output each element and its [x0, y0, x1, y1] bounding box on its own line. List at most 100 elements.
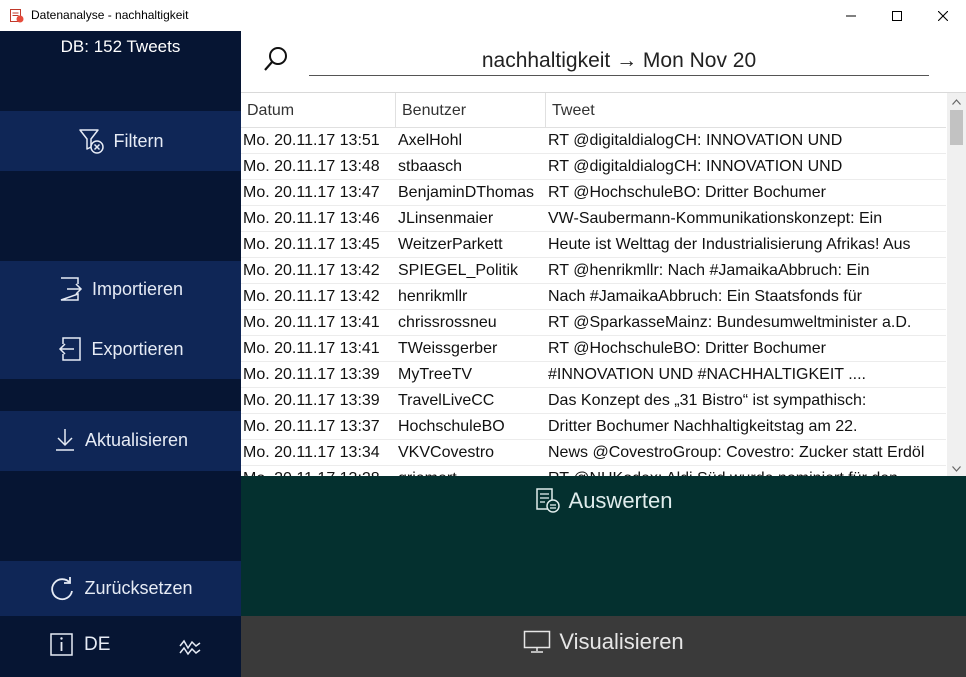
- cell-tweet: Nach #JamaikaAbbruch: Ein Staatsfonds fü…: [548, 288, 862, 305]
- cell-user: henrikmllr: [398, 288, 468, 305]
- cell-user: SPIEGEL_Politik: [398, 262, 519, 279]
- reset-icon: [51, 576, 74, 600]
- sidebar: DB: 152 Tweets Filtern Importieren Expor…: [0, 31, 241, 677]
- scroll-up-arrow[interactable]: [947, 93, 966, 110]
- table-row[interactable]: Mo. 20.11.17 13:39 MyTreeTV #INNOVATION UN…: [241, 362, 946, 388]
- cell-user: stbaasch: [398, 158, 463, 175]
- cell-date: Mo. 20.11.17 13:45: [243, 236, 380, 253]
- wave-icon[interactable]: [178, 636, 202, 658]
- analyze-label: Auswerten: [568, 488, 673, 513]
- refresh-button[interactable]: Aktualisieren: [0, 411, 241, 469]
- column-header-user[interactable]: Benutzer: [396, 93, 546, 127]
- cell-user: VKVCovestro: [398, 444, 495, 461]
- cell-tweet: Heute ist Welttag der Industrialisierung…: [548, 236, 911, 253]
- minimize-icon: [846, 15, 856, 16]
- cell-user: AxelHohl: [398, 132, 463, 149]
- visualize-button[interactable]: Visualisieren: [241, 629, 966, 655]
- cell-user: WeitzerParkett: [398, 236, 503, 253]
- table-header: Datum Benutzer Tweet: [241, 93, 946, 128]
- column-header-date[interactable]: Datum: [241, 93, 396, 127]
- cell-date: Mo. 20.11.17 13:39: [243, 366, 380, 383]
- search-bar: [241, 31, 966, 92]
- table-row[interactable]: Mo. 20.11.17 13:41 chrissrossneu RT @Spark…: [241, 310, 946, 336]
- cell-date: Mo. 20.11.17 13:37: [243, 418, 380, 435]
- vertical-scrollbar[interactable]: [947, 93, 966, 477]
- cell-date: Mo. 20.11.17 13:47: [243, 184, 380, 201]
- analyze-button[interactable]: Auswerten: [241, 488, 966, 514]
- window-title: Datenanalyse - nachhaltigkeit: [31, 8, 189, 22]
- table-row[interactable]: Mo. 20.11.17 13:34 VKVCovestro News @Coves…: [241, 440, 946, 466]
- cell-tweet: Dritter Bochumer Nachhaltigkeitstag am 2…: [548, 418, 858, 435]
- column-header-tweet[interactable]: Tweet: [546, 93, 946, 127]
- language-toggle[interactable]: DE: [84, 634, 110, 656]
- cell-date: Mo. 20.11.17 13:46: [243, 210, 380, 227]
- cell-tweet: RT @SparkasseMainz: Bundesumweltminister…: [548, 314, 912, 331]
- analyze-icon: [535, 488, 560, 513]
- scroll-thumb[interactable]: [950, 110, 963, 145]
- filter-button[interactable]: Filtern: [0, 111, 241, 171]
- search-icon[interactable]: [261, 45, 291, 75]
- cell-tweet: Das Konzept des „31 Bistro“ ist sympathi…: [548, 392, 867, 409]
- import-button[interactable]: Importieren: [0, 274, 241, 304]
- cell-date: Mo. 20.11.17 13:41: [243, 314, 380, 331]
- filter-icon: [79, 129, 105, 154]
- cell-date: Mo. 20.11.17 13:42: [243, 262, 380, 279]
- cell-user: TravelLiveCC: [398, 392, 495, 409]
- info-icon[interactable]: [50, 633, 74, 657]
- export-icon: [59, 337, 82, 361]
- title-bar: Datenanalyse - nachhaltigkeit: [0, 0, 966, 32]
- export-label: Exportieren: [91, 338, 184, 359]
- cell-tweet: News @CovestroGroup: Covestro: Zucker st…: [548, 444, 925, 461]
- cell-user: HochschuleBO: [398, 418, 505, 435]
- visualize-panel: Visualisieren: [241, 616, 966, 677]
- table-row[interactable]: Mo. 20.11.17 13:47 BenjaminDThomas RT @Hoc…: [241, 180, 946, 206]
- db-count-label: DB: 152 Tweets: [60, 37, 181, 56]
- chevron-down-icon: [952, 465, 961, 472]
- app-icon: [10, 9, 24, 23]
- cell-user: MyTreeTV: [398, 366, 473, 383]
- cell-tweet: RT @HochschuleBO: Dritter Bochumer: [548, 184, 826, 201]
- table-row[interactable]: Mo. 20.11.17 13:48 stbaasch RT @digitaldia…: [241, 154, 946, 180]
- sidebar-footer: DE: [0, 616, 241, 677]
- cell-date: Mo. 20.11.17 13:51: [243, 132, 380, 149]
- maximize-button[interactable]: [874, 0, 920, 31]
- cell-user: BenjaminDThomas: [398, 184, 535, 201]
- import-label: Importieren: [91, 278, 184, 299]
- info-language-group: DE: [50, 633, 110, 657]
- cell-date: Mo. 20.11.17 13:39: [243, 392, 380, 409]
- table-body: Mo. 20.11.17 13:51 AxelHohl RT @digitaldia…: [241, 128, 946, 477]
- cell-tweet: RT @digitaldialogCH: INNOVATION UND: [548, 158, 843, 175]
- table-row[interactable]: Mo. 20.11.17 13:39 TravelLiveCC Das Konzep…: [241, 388, 946, 414]
- cell-user: chrissrossneu: [398, 314, 497, 331]
- cell-tweet: #INNOVATION UND #NACHHALTIGKEIT ....: [548, 366, 866, 383]
- cell-tweet: RT @HochschuleBO: Dritter Bochumer: [548, 340, 826, 357]
- monitor-icon: [524, 630, 551, 653]
- cell-tweet: RT @digitaldialogCH: INNOVATION UND: [548, 132, 843, 149]
- cell-tweet: RT @henrikmllr: Nach #JamaikaAbbruch: Ei…: [548, 262, 870, 279]
- cell-user: TWeissgerber: [398, 340, 498, 357]
- scroll-down-arrow[interactable]: [947, 460, 966, 477]
- cell-date: Mo. 20.11.17 13:48: [243, 158, 380, 175]
- table-row[interactable]: Mo. 20.11.17 13:41 TWeissgerber RT @Hochsc…: [241, 336, 946, 362]
- table-row[interactable]: Mo. 20.11.17 13:51 AxelHohl RT @digitaldia…: [241, 128, 946, 154]
- analyze-panel: Auswerten: [241, 476, 966, 616]
- table-row[interactable]: Mo. 20.11.17 13:42 SPIEGEL_Politik RT @hen…: [241, 258, 946, 284]
- table-row[interactable]: Mo. 20.11.17 13:46 JLinsenmaier VW-Sauberm…: [241, 206, 946, 232]
- table-row[interactable]: Mo. 20.11.17 13:37 HochschuleBO Dritter Bo…: [241, 414, 946, 440]
- table-row[interactable]: Mo. 20.11.17 13:42 henrikmllr Nach #Jamaik…: [241, 284, 946, 310]
- reset-button[interactable]: Zurücksetzen: [0, 561, 241, 616]
- filter-label: Filtern: [113, 130, 164, 151]
- chevron-up-icon: [952, 98, 961, 105]
- table-row[interactable]: Mo. 20.11.17 13:45 WeitzerParkett Heute is…: [241, 232, 946, 258]
- minimize-button[interactable]: [828, 0, 874, 31]
- maximize-icon: [892, 10, 902, 21]
- cell-date: Mo. 20.11.17 13:41: [243, 340, 380, 357]
- export-button[interactable]: Exportieren: [0, 334, 241, 364]
- close-button[interactable]: [920, 0, 966, 31]
- search-input[interactable]: [309, 47, 929, 76]
- cell-date: Mo. 20.11.17 13:34: [243, 444, 380, 461]
- cell-tweet: VW-Saubermann-Kommunikationskonzept: Ein: [548, 210, 883, 227]
- refresh-label: Aktualisieren: [84, 429, 189, 450]
- visualize-label: Visualisieren: [559, 629, 684, 654]
- import-icon: [60, 277, 83, 301]
